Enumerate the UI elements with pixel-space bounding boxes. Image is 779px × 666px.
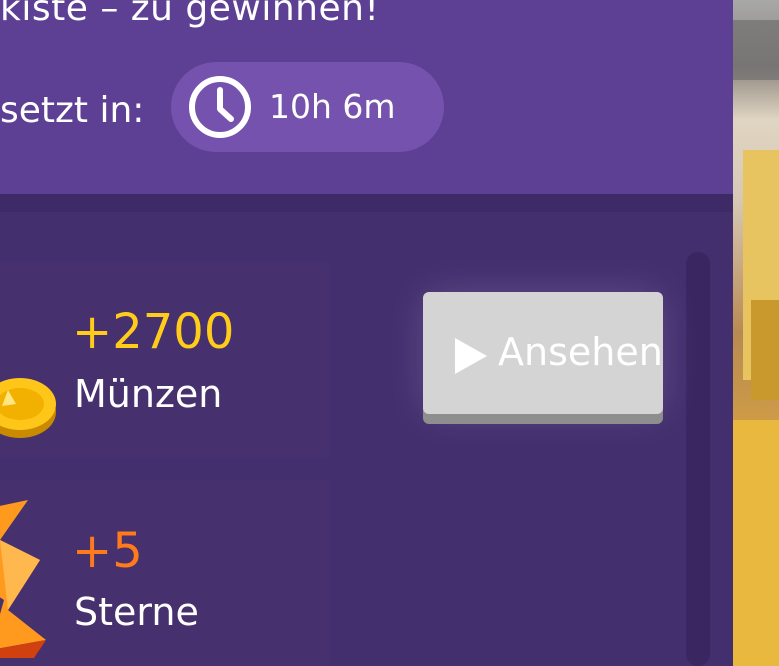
- timer-value: 10h 6m: [269, 87, 396, 126]
- game-scene-background: [733, 0, 779, 666]
- star-icon: [0, 500, 46, 658]
- scene-block: [751, 300, 779, 400]
- panel-title: kiste – zu gewinnen!: [0, 0, 380, 29]
- panel-header: kiste – zu gewinnen! setzt in: 10h 6m: [0, 0, 733, 194]
- coin-reward-label: Münzen: [74, 372, 223, 416]
- panel-divider: [0, 194, 733, 212]
- reset-label: setzt in:: [0, 90, 145, 131]
- watch-ad-button[interactable]: Ansehen: [423, 292, 663, 414]
- scene-block: [733, 20, 779, 80]
- clock-icon: [189, 76, 251, 138]
- play-icon: [455, 338, 487, 374]
- coin-icon: [0, 378, 56, 438]
- star-reward-value: +5: [72, 523, 143, 579]
- scrollbar[interactable]: [686, 252, 710, 666]
- timer-pill: 10h 6m: [171, 62, 444, 152]
- coin-reward-value: +2700: [72, 304, 235, 360]
- watch-ad-label: Ansehen: [498, 330, 663, 374]
- scene-block: [733, 420, 779, 666]
- star-reward-label: Sterne: [74, 590, 199, 634]
